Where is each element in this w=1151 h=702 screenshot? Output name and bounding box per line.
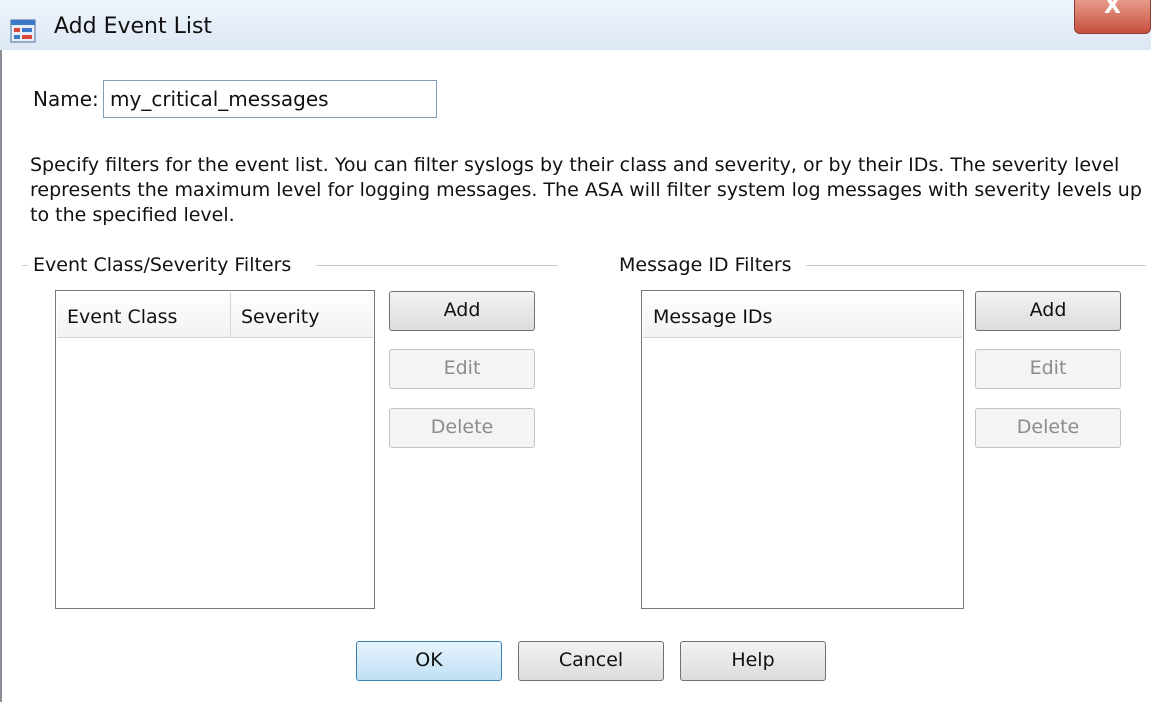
class-filters-header: Event Class Severity: [57, 292, 373, 338]
column-header-message-ids[interactable]: Message IDs: [643, 292, 963, 337]
event-list-icon: [10, 19, 36, 43]
help-button[interactable]: Help: [680, 641, 826, 681]
class-edit-button[interactable]: Edit: [389, 349, 535, 389]
name-label: Name:: [33, 87, 99, 111]
class-delete-button[interactable]: Delete: [389, 408, 535, 448]
class-filters-title: Event Class/Severity Filters: [33, 254, 302, 276]
id-edit-button[interactable]: Edit: [975, 349, 1121, 389]
id-group-rule: [806, 265, 1146, 266]
ok-button[interactable]: OK: [356, 641, 502, 681]
cancel-button[interactable]: Cancel: [518, 641, 664, 681]
name-input[interactable]: [103, 80, 437, 118]
id-filters-title: Message ID Filters: [619, 254, 802, 276]
window-title: Add Event List: [54, 14, 213, 39]
class-group-rule: [316, 265, 558, 266]
class-group-rule-left: [22, 265, 28, 266]
title-bar: Add Event List X: [0, 0, 1151, 50]
column-header-severity[interactable]: Severity: [231, 292, 371, 337]
class-add-button[interactable]: Add: [389, 291, 535, 331]
id-filters-table[interactable]: Message IDs: [641, 290, 964, 609]
close-icon[interactable]: X: [1075, 0, 1150, 19]
description-text: Specify filters for the event list. You …: [30, 154, 1142, 226]
class-filters-table[interactable]: Event Class Severity: [55, 290, 375, 609]
close-button[interactable]: X: [1074, 0, 1151, 34]
id-delete-button[interactable]: Delete: [975, 408, 1121, 448]
id-add-button[interactable]: Add: [975, 291, 1121, 331]
column-header-event-class[interactable]: Event Class: [57, 292, 230, 337]
id-filters-header: Message IDs: [643, 292, 962, 338]
